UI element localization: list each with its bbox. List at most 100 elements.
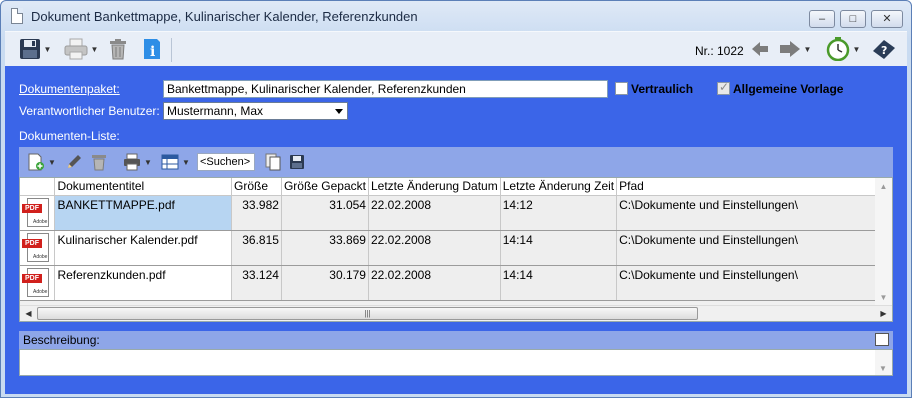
svg-text:?: ?: [881, 44, 887, 57]
table-header: Dokumententitel Größe Größe Gepackt Letz…: [20, 178, 892, 196]
scroll-down-icon[interactable]: ▼: [879, 364, 887, 373]
trash-icon: [110, 39, 126, 60]
pdf-icon: PDF Adobe: [21, 267, 51, 298]
arrow-left-icon: [752, 42, 768, 56]
document-table: Dokumententitel Größe Größe Gepackt Letz…: [20, 178, 892, 301]
cell-size: 33.124: [231, 265, 282, 301]
file-icon-cell: PDF Adobe: [20, 265, 56, 301]
column-header-packed[interactable]: Größe Gepackt: [281, 178, 369, 196]
cell-title[interactable]: Kulinarischer Kalender.pdf: [54, 230, 233, 266]
maximize-button[interactable]: □: [840, 10, 866, 28]
print-document-button[interactable]: ▼: [123, 152, 152, 172]
chevron-down-icon[interactable]: ▼: [182, 158, 190, 167]
view-document-button[interactable]: ▼: [161, 152, 190, 172]
svg-text:i: i: [150, 44, 155, 60]
chevron-down-icon: [335, 109, 343, 114]
clock-button[interactable]: ▼: [823, 36, 863, 62]
clock-icon: [826, 37, 849, 61]
copy-icon: [265, 153, 281, 171]
cell-path: C:\Dokumente und Einstellungen\: [616, 230, 892, 266]
scroll-right-icon[interactable]: ▶: [875, 306, 892, 321]
forward-button[interactable]: ▼: [775, 36, 815, 62]
confidential-checkbox[interactable]: [615, 82, 628, 95]
cell-date: 22.02.2008: [368, 230, 501, 266]
delete-button[interactable]: [105, 36, 131, 62]
cell-date: 22.02.2008: [368, 265, 501, 301]
column-header-icon[interactable]: [20, 178, 56, 196]
back-button[interactable]: [749, 36, 771, 62]
expand-description-icon[interactable]: [875, 333, 889, 346]
printer-icon: [124, 153, 140, 171]
document-search-input[interactable]: <Suchen>: [197, 153, 255, 171]
document-window: Dokument Bankettmappe, Kulinarischer Kal…: [0, 0, 912, 398]
cell-size: 36.815: [231, 230, 282, 266]
cell-packed: 33.869: [281, 230, 369, 266]
scroll-thumb[interactable]: |||: [37, 307, 698, 320]
chevron-down-icon[interactable]: ▼: [144, 158, 152, 167]
document-grid: Dokumententitel Größe Größe Gepackt Letz…: [19, 177, 893, 322]
description-field[interactable]: ▼: [19, 349, 893, 376]
chevron-down-icon[interactable]: ▼: [48, 158, 56, 167]
cell-title[interactable]: Referenzkunden.pdf: [54, 265, 233, 301]
add-document-button[interactable]: ▼: [27, 152, 56, 172]
pdf-icon: PDF Adobe: [21, 232, 51, 263]
record-number: Nr.: 1022: [695, 44, 744, 58]
confidential-label: Vertraulich: [631, 82, 694, 96]
chevron-down-icon[interactable]: ▼: [853, 45, 861, 54]
chevron-down-icon[interactable]: ▼: [91, 45, 99, 54]
cell-time: 14:14: [500, 265, 618, 301]
help-icon: ?: [873, 40, 895, 59]
description-label: Beschreibung:: [23, 333, 100, 347]
scroll-down-icon[interactable]: ▼: [875, 289, 892, 306]
window-title: Dokument Bankettmappe, Kulinarischer Kal…: [31, 9, 418, 24]
column-header-date[interactable]: Letzte Änderung Datum: [368, 178, 501, 196]
delete-document-button[interactable]: [91, 152, 107, 172]
column-header-path[interactable]: Pfad: [616, 178, 892, 196]
description-scrollbar[interactable]: ▼: [875, 350, 892, 375]
cell-date: 22.02.2008: [368, 195, 501, 231]
doclist-label: Dokumenten-Liste:: [19, 129, 120, 143]
printer-icon: [64, 38, 88, 60]
scroll-up-icon[interactable]: ▲: [875, 178, 892, 195]
general-template-checkbox[interactable]: [717, 80, 730, 95]
info-button[interactable]: i: [139, 36, 165, 62]
floppy-disk-icon: [19, 39, 40, 59]
table-row[interactable]: PDF Adobe Referenzkunden.pdf 33.124 30.17…: [20, 265, 892, 301]
description-header: Beschreibung:: [19, 331, 893, 349]
document-panel: Dokumentenpaket: Bankettmappe, Kulinaris…: [5, 66, 907, 394]
pdf-icon: PDF Adobe: [21, 197, 51, 228]
help-button[interactable]: ?: [871, 36, 897, 62]
info-icon: i: [144, 39, 160, 60]
cell-packed: 30.179: [281, 265, 369, 301]
cell-packed: 31.054: [281, 195, 369, 231]
close-button[interactable]: ✕: [871, 10, 903, 28]
save-button[interactable]: ▼: [15, 36, 55, 62]
scroll-left-icon[interactable]: ◀: [20, 306, 37, 321]
trash-icon: [92, 155, 106, 171]
arrow-right-icon: [779, 41, 800, 57]
cell-size: 33.982: [231, 195, 282, 231]
vertical-scrollbar[interactable]: ▲ ▼: [875, 178, 892, 306]
package-label[interactable]: Dokumentenpaket:: [19, 82, 120, 96]
copy-document-button[interactable]: [265, 152, 281, 172]
user-select[interactable]: Mustermann, Max: [163, 102, 348, 120]
cell-title[interactable]: BANKETTMAPPE.pdf: [54, 195, 233, 231]
cell-path: C:\Dokumente und Einstellungen\: [616, 195, 892, 231]
chevron-down-icon[interactable]: ▼: [804, 45, 812, 54]
minimize-button[interactable]: –: [809, 10, 835, 28]
cell-time: 14:14: [500, 230, 618, 266]
save-document-button[interactable]: [289, 152, 305, 172]
column-header-title[interactable]: Dokumententitel: [54, 178, 233, 196]
edit-document-button[interactable]: [65, 152, 83, 172]
column-header-size[interactable]: Größe: [231, 178, 282, 196]
main-toolbar: ▼ ▼ i Nr.: 1022 ▼ ▼ ?: [5, 31, 907, 66]
horizontal-scrollbar[interactable]: ◀ ||| ▶: [20, 305, 892, 321]
column-header-time[interactable]: Letzte Änderung Zeit: [500, 178, 618, 196]
table-row[interactable]: PDF Adobe BANKETTMAPPE.pdf 33.982 31.054 …: [20, 195, 892, 231]
print-button[interactable]: ▼: [61, 36, 101, 62]
table-row[interactable]: PDF Adobe Kulinarischer Kalender.pdf 36.8…: [20, 230, 892, 266]
file-icon-cell: PDF Adobe: [20, 230, 56, 266]
toolbar-separator: [171, 38, 172, 62]
chevron-down-icon[interactable]: ▼: [44, 45, 52, 54]
package-field[interactable]: Bankettmappe, Kulinarischer Kalender, Re…: [163, 80, 608, 98]
